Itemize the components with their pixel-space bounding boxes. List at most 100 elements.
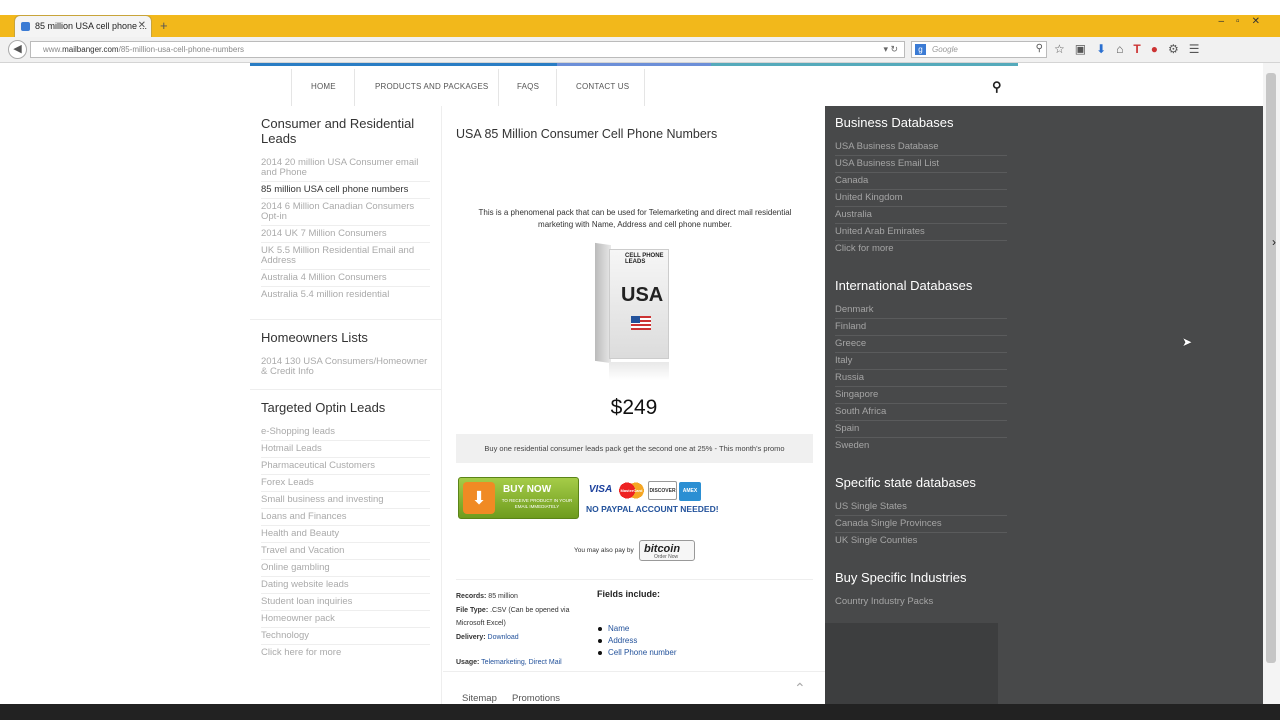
targeted-item[interactable]: Click here for more bbox=[261, 645, 430, 661]
mouse-cursor-icon: ➤ bbox=[1182, 335, 1193, 349]
consumer-item[interactable]: 2014 UK 7 Million Consumers bbox=[261, 226, 430, 243]
business-item[interactable]: USA Business Email List bbox=[835, 156, 1007, 173]
sidebar-lower-panel bbox=[825, 623, 998, 704]
browser-search-box[interactable]: g Google ⚲ bbox=[911, 41, 1047, 58]
right-background bbox=[1017, 106, 1263, 704]
nav-faqs[interactable]: FAQS bbox=[517, 82, 539, 91]
nav-divider bbox=[556, 69, 557, 106]
promotions-link[interactable]: Promotions bbox=[512, 693, 560, 704]
business-item[interactable]: Click for more bbox=[835, 241, 1007, 257]
browser-tab[interactable]: 85 million USA cell phone ... ✕ bbox=[14, 15, 152, 37]
fields-title: Fields include: bbox=[597, 589, 661, 599]
promo-banner: Buy one residential consumer leads pack … bbox=[456, 434, 813, 463]
scroll-top-icon[interactable]: ⌃ bbox=[794, 680, 806, 697]
state-title: Specific state databases bbox=[835, 475, 976, 490]
also-pay-text: You may also pay by bbox=[574, 547, 634, 554]
new-tab-icon[interactable]: + bbox=[160, 18, 168, 33]
bookmark-star-icon[interactable]: ☆ bbox=[1054, 42, 1065, 56]
intl-item[interactable]: Singapore bbox=[835, 387, 1007, 404]
buy-now-sublabel: TO RECEIVE PRODUCT IN YOUR EMAIL IMMEDIA… bbox=[501, 498, 573, 509]
tab-title: 85 million USA cell phone ... bbox=[35, 21, 148, 31]
site-search-icon[interactable]: ⚲ bbox=[992, 79, 1002, 95]
field-item: Address bbox=[597, 635, 676, 647]
site-nav: HOME PRODUCTS AND PACKAGES FAQS CONTACT … bbox=[250, 66, 1018, 106]
field-item: Cell Phone number bbox=[597, 648, 677, 657]
reload-icon[interactable]: ▾ ↻ bbox=[883, 44, 898, 55]
targeted-title: Targeted Optin Leads bbox=[261, 400, 386, 415]
targeted-item[interactable]: Dating website leads bbox=[261, 577, 430, 594]
consumer-item[interactable]: Australia 4 Million Consumers bbox=[261, 270, 430, 287]
business-item[interactable]: USA Business Database bbox=[835, 139, 1007, 156]
industry-item[interactable]: Country Industry Packs bbox=[835, 594, 1007, 610]
targeted-item[interactable]: Pharmaceutical Customers bbox=[261, 458, 430, 475]
clipboard-icon[interactable]: ▣ bbox=[1075, 42, 1086, 56]
scrollbar-thumb[interactable] bbox=[1266, 73, 1276, 663]
homeowners-title: Homeowners Lists bbox=[261, 330, 368, 345]
bitcoin-button[interactable]: bitcoin Order Now bbox=[639, 540, 695, 561]
search-icon[interactable]: ⚲ bbox=[1036, 43, 1043, 54]
targeted-item[interactable]: Small business and investing bbox=[261, 492, 430, 509]
consumer-item[interactable]: Australia 5.4 million residential bbox=[261, 287, 430, 303]
box-country: USA bbox=[621, 284, 664, 306]
business-item[interactable]: United Kingdom bbox=[835, 190, 1007, 207]
business-item[interactable]: Canada bbox=[835, 173, 1007, 190]
targeted-item[interactable]: e-Shopping leads bbox=[261, 424, 430, 441]
vertical-scrollbar[interactable] bbox=[1263, 63, 1280, 704]
discover-icon: DISCOVER bbox=[648, 481, 677, 500]
homeowners-item[interactable]: 2014 130 USA Consumers/Homeowner & Credi… bbox=[261, 354, 430, 380]
menu-icon[interactable]: ☰ bbox=[1189, 42, 1200, 56]
targeted-item[interactable]: Student loan inquiries bbox=[261, 594, 430, 611]
consumer-item[interactable]: UK 5.5 Million Residential Email and Add… bbox=[261, 243, 430, 270]
close-tab-icon[interactable]: ✕ bbox=[138, 20, 146, 31]
targeted-item[interactable]: Homeowner pack bbox=[261, 611, 430, 628]
nav-contact[interactable]: CONTACT US bbox=[576, 82, 629, 91]
state-item[interactable]: US Single States bbox=[835, 499, 1007, 516]
state-item[interactable]: UK Single Counties bbox=[835, 533, 1007, 549]
targeted-item[interactable]: Health and Beauty bbox=[261, 526, 430, 543]
left-sidebar: Consumer and Residential Leads 2014 20 m… bbox=[250, 106, 442, 704]
nav-divider bbox=[354, 69, 355, 106]
targeted-item[interactable]: Online gambling bbox=[261, 560, 430, 577]
consumer-item[interactable]: 2014 20 million USA Consumer email and P… bbox=[261, 155, 430, 182]
intl-item[interactable]: Russia bbox=[835, 370, 1007, 387]
intl-item[interactable]: Finland bbox=[835, 319, 1007, 336]
nav-products[interactable]: PRODUCTS AND PACKAGES bbox=[375, 82, 488, 91]
intl-item[interactable]: Denmark bbox=[835, 302, 1007, 319]
consumer-title: Consumer and Residential Leads bbox=[261, 116, 415, 146]
buy-now-button[interactable]: ⬇ BUY NOW TO RECEIVE PRODUCT IN YOUR EMA… bbox=[458, 477, 579, 519]
intl-item[interactable]: Greece bbox=[835, 336, 1007, 353]
business-item[interactable]: United Arab Emirates bbox=[835, 224, 1007, 241]
search-placeholder: Google bbox=[932, 45, 958, 54]
sitemap-link[interactable]: Sitemap bbox=[462, 693, 497, 704]
intl-item[interactable]: Spain bbox=[835, 421, 1007, 438]
targeted-item[interactable]: Forex Leads bbox=[261, 475, 430, 492]
window-controls[interactable]: –▫✕ bbox=[1219, 16, 1273, 27]
product-price: $249 bbox=[610, 396, 658, 419]
consumer-section: Consumer and Residential Leads 2014 20 m… bbox=[250, 106, 441, 303]
business-item[interactable]: Australia bbox=[835, 207, 1007, 224]
taskbar bbox=[0, 704, 1280, 720]
google-icon[interactable]: g bbox=[915, 44, 926, 55]
targeted-item[interactable]: Travel and Vacation bbox=[261, 543, 430, 560]
consumer-item[interactable]: 2014 6 Million Canadian Consumers Opt-in bbox=[261, 199, 430, 226]
industry-section: Buy Specific Industries Country Industry… bbox=[825, 561, 1017, 610]
intl-item[interactable]: Italy bbox=[835, 353, 1007, 370]
consumer-item-active[interactable]: 85 million USA cell phone numbers bbox=[261, 182, 430, 199]
divider bbox=[456, 579, 813, 580]
business-title: Business Databases bbox=[835, 115, 954, 130]
nav-home[interactable]: HOME bbox=[311, 82, 336, 91]
targeted-item[interactable]: Loans and Finances bbox=[261, 509, 430, 526]
intl-item[interactable]: Sweden bbox=[835, 438, 1007, 454]
toolbar-icons: ☆ ▣ ⬇ ⌂ T ● ⚙ ☰ bbox=[1054, 42, 1210, 56]
state-item[interactable]: Canada Single Provinces bbox=[835, 516, 1007, 533]
download-icon[interactable]: ⬇ bbox=[1096, 42, 1106, 56]
intl-item[interactable]: South Africa bbox=[835, 404, 1007, 421]
home-icon[interactable]: ⌂ bbox=[1116, 42, 1123, 56]
extension-icon[interactable]: ⚙ bbox=[1168, 42, 1179, 56]
address-bar[interactable]: www.mailbanger.com/85-million-usa-cell-p… bbox=[30, 41, 905, 58]
abp-icon[interactable]: ● bbox=[1151, 42, 1158, 56]
targeted-item[interactable]: Technology bbox=[261, 628, 430, 645]
t-addon-icon[interactable]: T bbox=[1133, 42, 1140, 56]
targeted-item[interactable]: Hotmail Leads bbox=[261, 441, 430, 458]
back-icon[interactable]: ◀ bbox=[8, 40, 27, 59]
